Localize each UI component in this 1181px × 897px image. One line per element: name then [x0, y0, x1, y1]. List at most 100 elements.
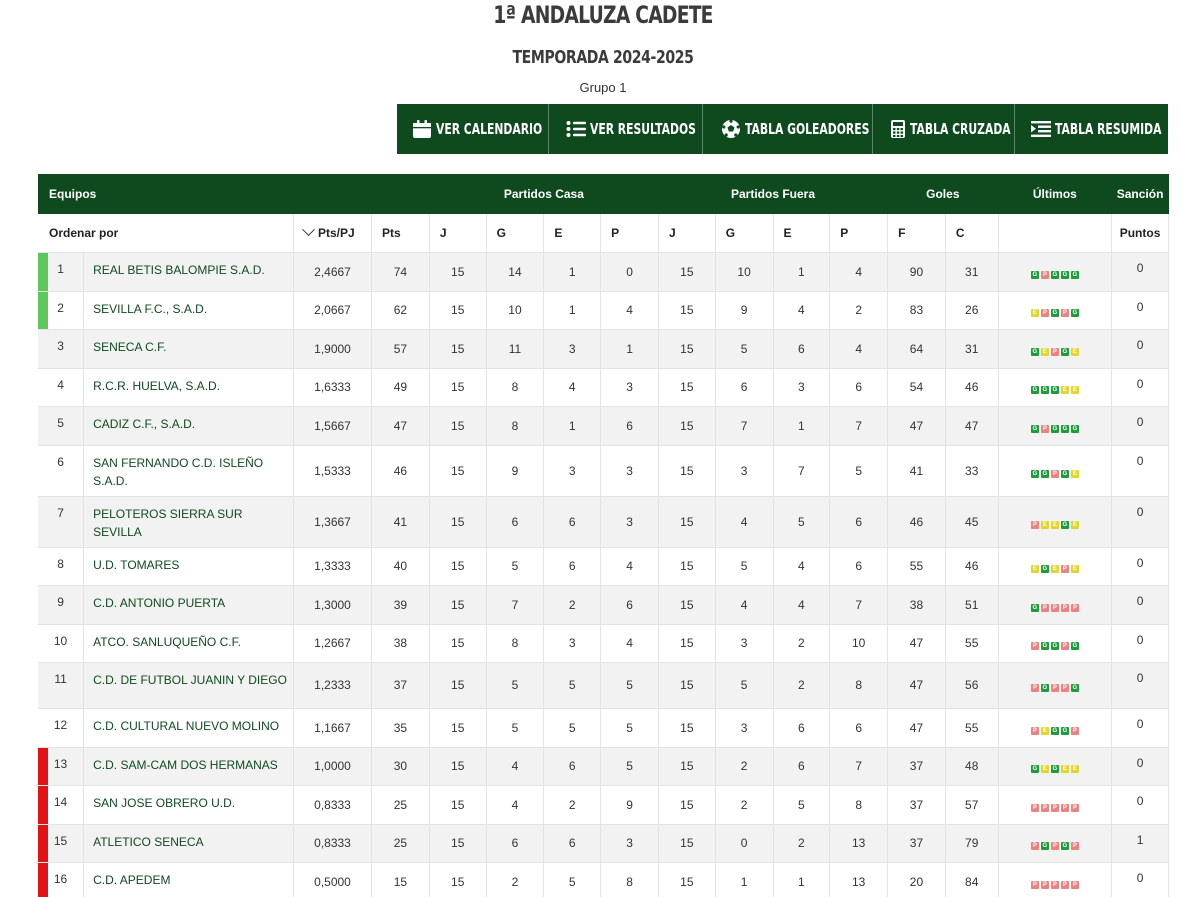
result-badge[interactable]: G — [1050, 424, 1059, 433]
result-badge[interactable]: P — [1030, 880, 1039, 889]
team-name-link[interactable]: PELOTEROS SIERRA SUR SEVILLA — [83, 496, 294, 548]
result-badge[interactable]: G — [1040, 469, 1049, 478]
result-badge[interactable]: G — [1030, 386, 1039, 394]
result-badge[interactable]: P — [1070, 803, 1079, 812]
result-badge[interactable]: G — [1070, 642, 1079, 650]
result-badge[interactable]: P — [1060, 565, 1069, 573]
pts-header[interactable]: Pts — [371, 214, 430, 253]
result-badge[interactable]: P — [1050, 603, 1059, 612]
result-badge[interactable]: P — [1070, 603, 1079, 612]
result-badge[interactable]: G — [1040, 386, 1049, 394]
result-badge[interactable]: E — [1070, 469, 1079, 478]
result-badge[interactable]: P — [1060, 880, 1069, 889]
team-name-link[interactable]: CADIZ C.F., S.A.D. — [83, 406, 294, 446]
result-badge[interactable]: G — [1060, 270, 1069, 279]
result-badge[interactable]: P — [1060, 642, 1069, 650]
result-badge[interactable]: G — [1070, 270, 1079, 279]
result-badge[interactable]: G — [1060, 726, 1069, 735]
result-badge[interactable]: G — [1040, 565, 1049, 573]
result-badge[interactable]: E — [1070, 347, 1079, 356]
team-name-link[interactable]: R.C.R. HUELVA, S.A.D. — [83, 368, 294, 407]
result-badge[interactable]: E — [1050, 565, 1059, 573]
result-badge[interactable]: E — [1030, 309, 1039, 317]
result-badge[interactable]: P — [1060, 603, 1069, 612]
result-badge[interactable]: P — [1050, 880, 1059, 889]
summary-table-button[interactable]: TABLA RESUMIDA — [1015, 104, 1168, 154]
result-badge[interactable]: P — [1050, 803, 1059, 812]
result-badge[interactable]: G — [1030, 603, 1039, 612]
goals-for-header[interactable]: F — [887, 214, 946, 253]
team-name-link[interactable]: ATCO. SANLUQUEÑO C.F. — [83, 624, 294, 663]
result-badge[interactable]: P — [1030, 520, 1039, 529]
team-name-link[interactable]: C.D. SAM-CAM DOS HERMANAS — [83, 747, 294, 786]
result-badge[interactable]: P — [1060, 684, 1069, 692]
home-g-header[interactable]: G — [486, 214, 545, 253]
away-j-header[interactable]: J — [658, 214, 716, 253]
result-badge[interactable]: G — [1030, 469, 1039, 478]
result-badge[interactable]: P — [1040, 803, 1049, 812]
result-badge[interactable]: E — [1050, 520, 1059, 529]
team-name-link[interactable]: C.D. APEDEM — [83, 862, 294, 897]
results-button[interactable]: VER RESULTADOS — [549, 104, 703, 154]
result-badge[interactable]: G — [1050, 270, 1059, 279]
result-badge[interactable]: G — [1060, 469, 1069, 478]
result-badge[interactable]: P — [1040, 270, 1049, 279]
result-badge[interactable]: P — [1030, 803, 1039, 812]
result-badge[interactable]: P — [1060, 803, 1069, 812]
result-badge[interactable]: G — [1070, 684, 1079, 692]
result-badge[interactable]: P — [1050, 469, 1059, 478]
result-badge[interactable]: E — [1060, 765, 1069, 773]
result-badge[interactable]: E — [1030, 565, 1039, 573]
result-badge[interactable]: P — [1070, 880, 1079, 889]
away-p-header[interactable]: P — [829, 214, 889, 253]
result-badge[interactable]: P — [1040, 880, 1049, 889]
home-p-header[interactable]: P — [600, 214, 659, 253]
team-name-link[interactable]: SAN FERNANDO C.D. ISLEÑO S.A.D. — [83, 445, 294, 497]
result-badge[interactable]: P — [1040, 309, 1049, 317]
sort-ppg-header[interactable]: Pts/PJ — [293, 214, 373, 253]
cross-table-button[interactable]: TABLA CRUZADA — [873, 104, 1015, 154]
team-name-link[interactable]: ATLETICO SENECA — [83, 824, 294, 863]
team-name-link[interactable]: SAN JOSE OBRERO U.D. — [83, 785, 294, 825]
result-badge[interactable]: P — [1070, 842, 1079, 850]
result-badge[interactable]: E — [1060, 386, 1069, 394]
result-badge[interactable]: P — [1070, 726, 1079, 735]
result-badge[interactable]: G — [1050, 386, 1059, 394]
team-name-link[interactable]: SEVILLA F.C., S.A.D. — [83, 291, 294, 330]
away-g-header[interactable]: G — [715, 214, 774, 253]
result-badge[interactable]: E — [1070, 565, 1079, 573]
result-badge[interactable]: P — [1050, 684, 1059, 692]
result-badge[interactable]: P — [1040, 603, 1049, 612]
result-badge[interactable]: P — [1030, 726, 1039, 735]
result-badge[interactable]: E — [1040, 765, 1049, 773]
result-badge[interactable]: E — [1040, 347, 1049, 356]
result-badge[interactable]: P — [1060, 309, 1069, 317]
result-badge[interactable]: G — [1030, 765, 1039, 773]
result-badge[interactable]: G — [1050, 642, 1059, 650]
away-e-header[interactable]: E — [773, 214, 831, 253]
team-name-link[interactable]: C.D. ANTONIO PUERTA — [83, 585, 294, 625]
result-badge[interactable]: P — [1050, 347, 1059, 356]
result-badge[interactable]: P — [1030, 684, 1039, 692]
calendar-button[interactable]: VER CALENDARIO — [397, 104, 549, 154]
result-badge[interactable]: P — [1040, 424, 1049, 433]
result-badge[interactable]: G — [1040, 842, 1049, 850]
result-badge[interactable]: G — [1040, 642, 1049, 650]
result-badge[interactable]: G — [1060, 842, 1069, 850]
team-name-link[interactable]: REAL BETIS BALOMPIE S.A.D. — [83, 252, 294, 292]
result-badge[interactable]: P — [1030, 842, 1039, 850]
result-badge[interactable]: G — [1050, 765, 1059, 773]
scorers-button[interactable]: TABLA GOLEADORES — [703, 104, 873, 154]
team-name-link[interactable]: C.D. DE FUTBOL JUANIN Y DIEGO — [83, 662, 294, 709]
result-badge[interactable]: G — [1070, 309, 1079, 317]
team-name-link[interactable]: C.D. CULTURAL NUEVO MOLINO — [83, 708, 294, 748]
result-badge[interactable]: G — [1060, 424, 1069, 433]
result-badge[interactable]: G — [1060, 520, 1069, 529]
home-e-header[interactable]: E — [543, 214, 602, 253]
team-name-link[interactable]: U.D. TOMARES — [83, 547, 294, 586]
result-badge[interactable]: E — [1070, 765, 1079, 773]
result-badge[interactable]: P — [1050, 842, 1059, 850]
result-badge[interactable]: G — [1030, 347, 1039, 356]
result-badge[interactable]: G — [1050, 309, 1059, 317]
result-badge[interactable]: G — [1050, 726, 1059, 735]
